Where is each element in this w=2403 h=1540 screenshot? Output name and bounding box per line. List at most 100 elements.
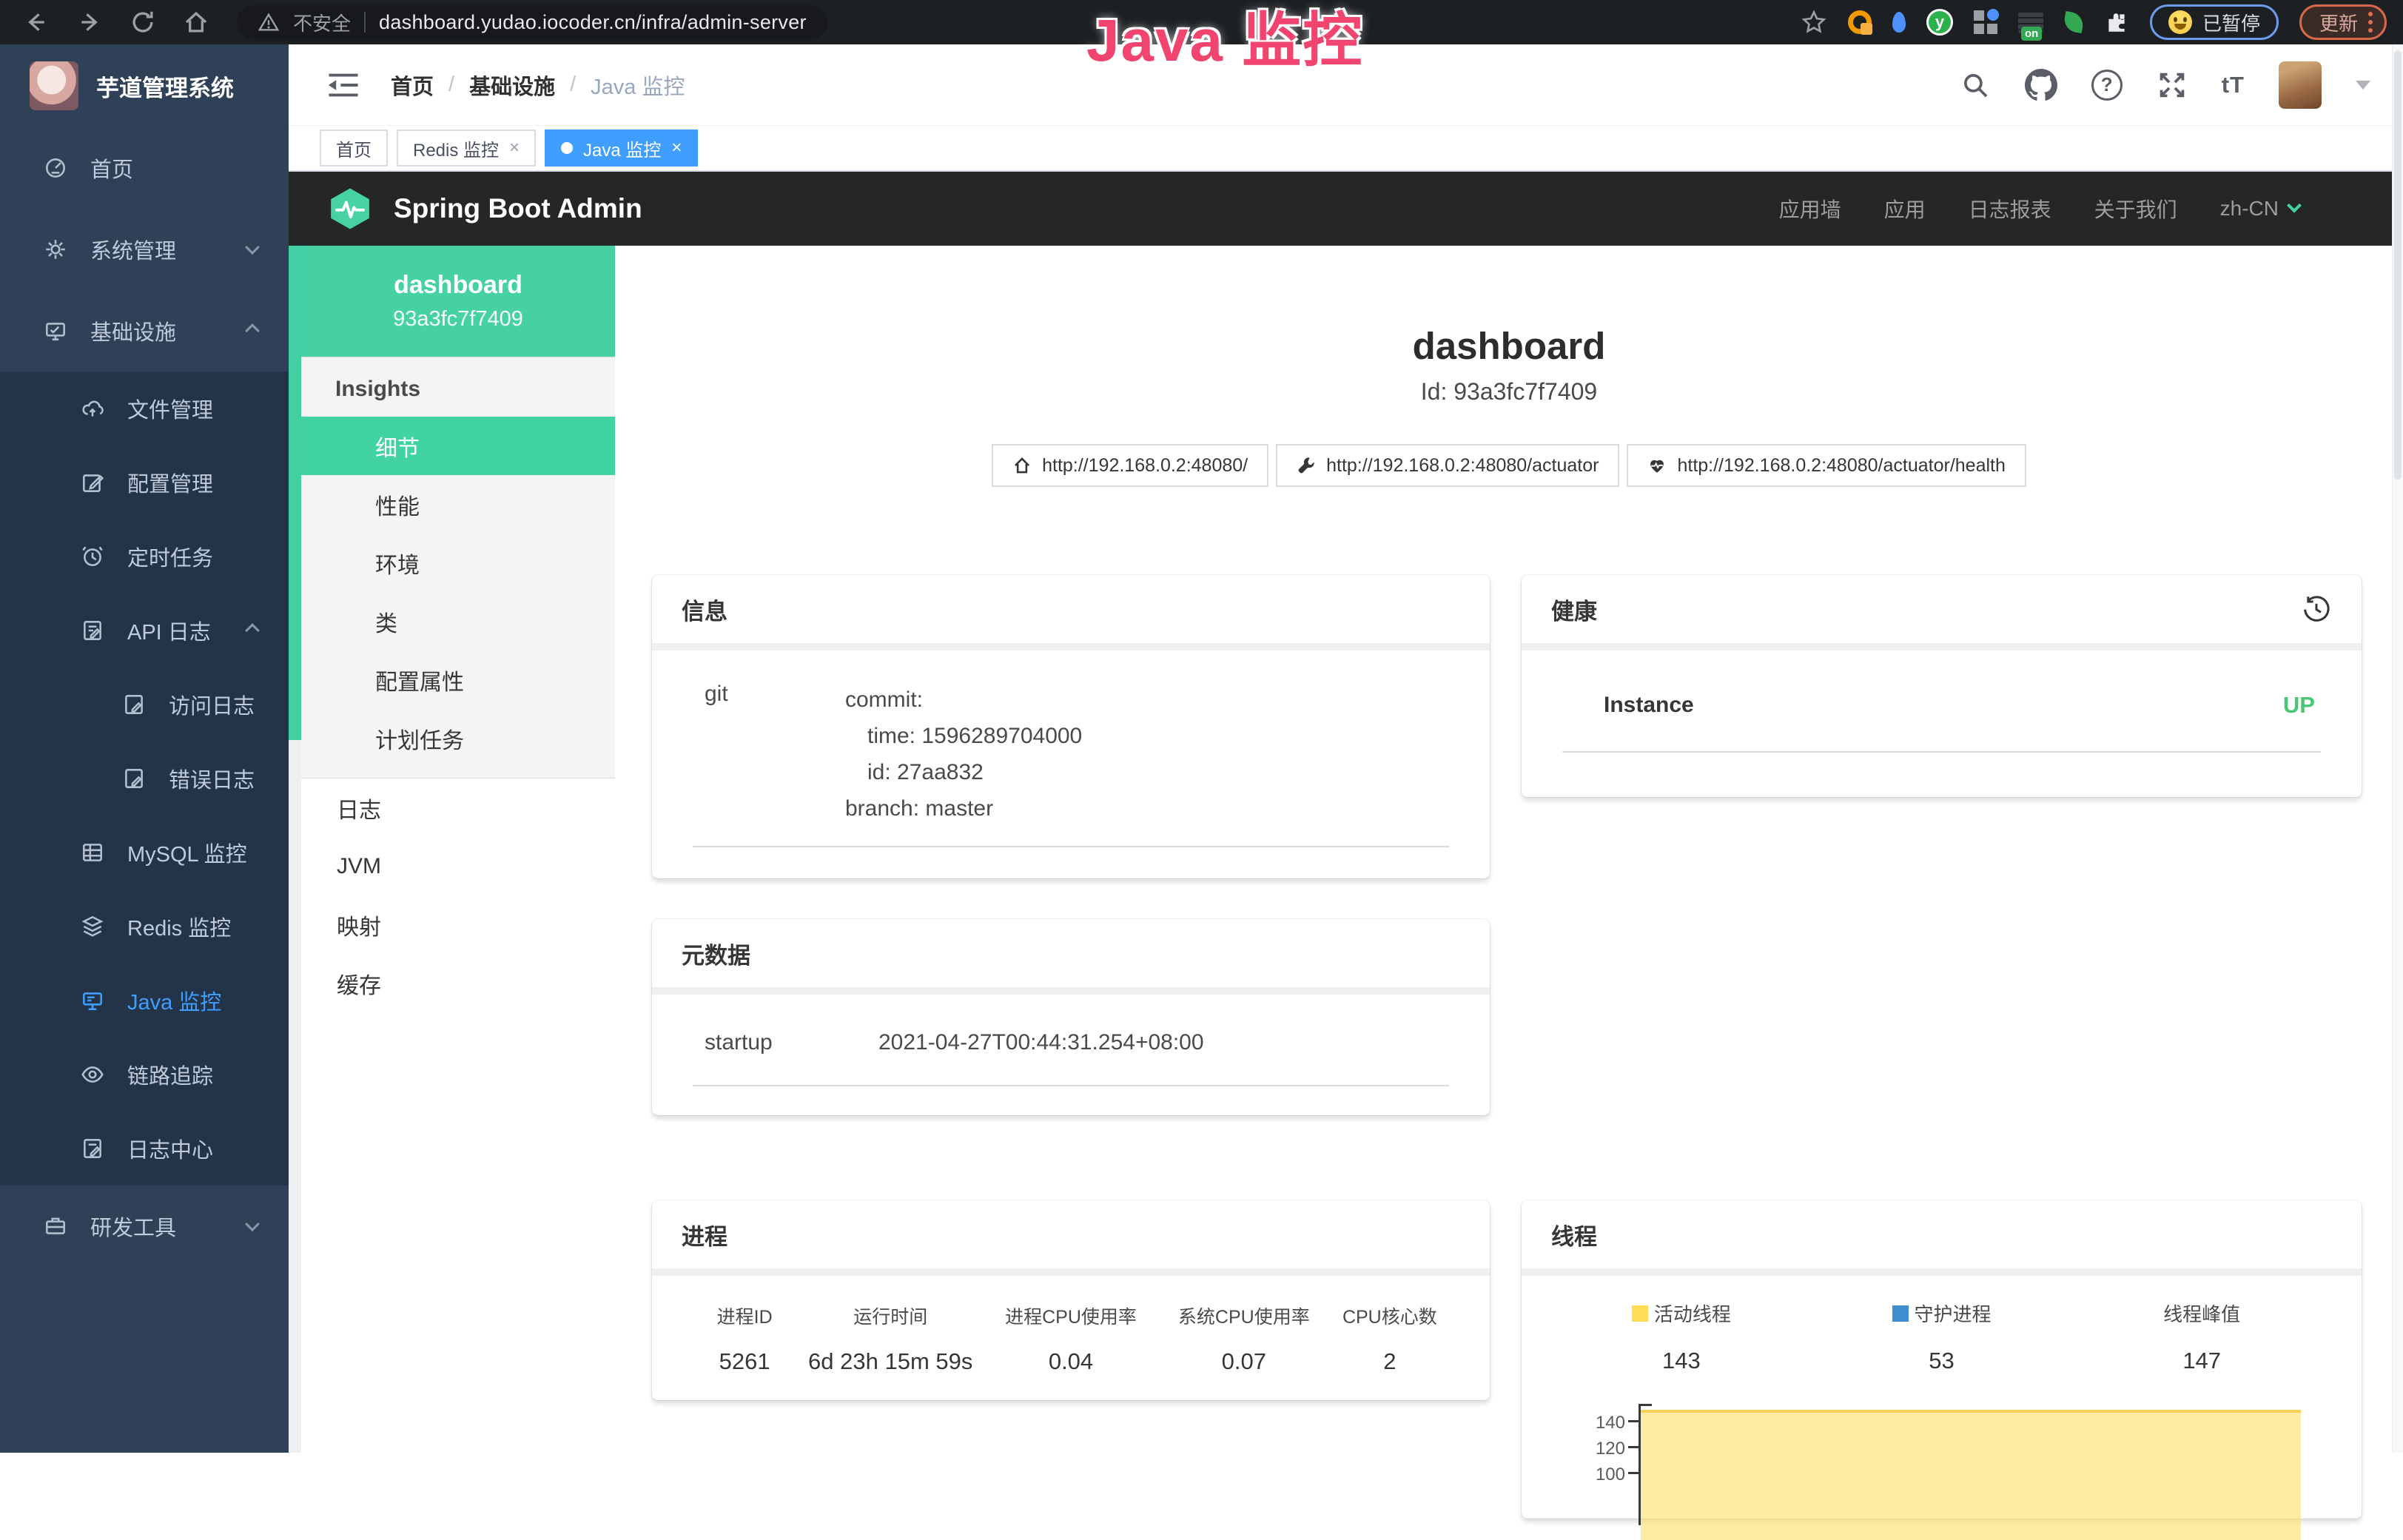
sba-item-config-props[interactable]: 配置属性 bbox=[301, 650, 615, 709]
fullscreen-icon[interactable] bbox=[2157, 70, 2188, 101]
chevron-down-icon bbox=[245, 1217, 260, 1231]
chevron-down-icon[interactable] bbox=[2356, 81, 2370, 90]
health-instance-label: Instance bbox=[1604, 693, 1694, 718]
actuator-link[interactable]: http://192.168.0.2:48080/actuator bbox=[1276, 444, 1619, 487]
sba-item-environment[interactable]: 环境 bbox=[301, 534, 615, 592]
admin-sidebar: 芋道管理系统 首页 系统管理 基础设施 文件管理 配置管理 bbox=[0, 44, 289, 1453]
y-extension-icon[interactable]: y bbox=[1926, 9, 1953, 36]
sba-item-caches[interactable]: 缓存 bbox=[301, 954, 615, 1012]
sba-instance-header[interactable]: dashboard 93a3fc7f7409 bbox=[301, 246, 615, 357]
sba-item-jvm[interactable]: JVM bbox=[301, 837, 615, 895]
sba-content: dashboard Id: 93a3fc7f7409 http://192.16… bbox=[615, 246, 2403, 1453]
history-clock-icon bbox=[80, 544, 107, 569]
security-label: 不安全 bbox=[293, 9, 351, 36]
sba-nav-journal[interactable]: 日志报表 bbox=[1969, 194, 2051, 223]
extension-icon[interactable] bbox=[1848, 10, 1872, 34]
avatar[interactable] bbox=[2279, 61, 2322, 109]
page-scrollbar-thumb[interactable] bbox=[2394, 50, 2402, 480]
browser-home-icon[interactable] bbox=[182, 8, 210, 36]
tab-redis-monitor[interactable]: Redis 监控× bbox=[397, 130, 536, 167]
bookmark-star-icon[interactable] bbox=[1801, 9, 1827, 36]
threads-chart: 140 120 100 bbox=[1567, 1399, 2301, 1525]
info-card: 信息 git commit: time: 1596289704000 id: 2… bbox=[652, 575, 1490, 878]
collapse-sidebar-icon[interactable] bbox=[327, 71, 360, 99]
sba-item-metrics[interactable]: 性能 bbox=[301, 475, 615, 534]
live-threads-area bbox=[1641, 1410, 2301, 1540]
divider bbox=[1562, 751, 2321, 753]
sidebar-item-config-mgmt[interactable]: 配置管理 bbox=[0, 445, 289, 520]
close-icon[interactable]: × bbox=[509, 139, 520, 157]
sba-brand[interactable]: Spring Boot Admin bbox=[327, 186, 642, 232]
sba-nav-applications[interactable]: 应用 bbox=[1884, 194, 1926, 223]
sidebar-item-system-mgmt[interactable]: 系统管理 bbox=[0, 209, 289, 290]
sidebar-scrollbar[interactable] bbox=[289, 246, 301, 1453]
sba-nav-about[interactable]: 关于我们 bbox=[2094, 194, 2177, 223]
sidebar-item-redis-monitor[interactable]: Redis 监控 bbox=[0, 890, 289, 964]
tab-home[interactable]: 首页 bbox=[320, 130, 388, 167]
history-icon[interactable] bbox=[2301, 594, 2332, 625]
sidebar-item-dev-tools[interactable]: 研发工具 bbox=[0, 1186, 289, 1267]
puzzle-extensions-icon[interactable] bbox=[2104, 10, 2129, 35]
close-icon[interactable]: × bbox=[671, 139, 682, 157]
sidebar-item-file-mgmt[interactable]: 文件管理 bbox=[0, 371, 289, 445]
divider bbox=[693, 846, 1449, 847]
sba-item-details[interactable]: 细节 bbox=[301, 417, 615, 475]
sba-item-mappings[interactable]: 映射 bbox=[301, 895, 615, 954]
sidebar-scrollbar-thumb[interactable] bbox=[289, 246, 301, 740]
browser-reload-icon[interactable] bbox=[129, 8, 157, 36]
metadata-card: 元数据 startup 2021-04-27T00:44:31.254+08:0… bbox=[652, 919, 1490, 1115]
process-table: 进程ID5261 运行时间6d 23h 15m 59s 进程CPU使用率0.04… bbox=[693, 1276, 1449, 1375]
health-link[interactable]: http://192.168.0.2:48080/actuator/health bbox=[1627, 444, 2026, 487]
page-scrollbar[interactable] bbox=[2392, 44, 2403, 1453]
breadcrumb-infrastructure[interactable]: 基础设施 bbox=[469, 70, 555, 101]
pin-extension-icon[interactable] bbox=[1892, 12, 1906, 33]
breadcrumb-home[interactable]: 首页 bbox=[391, 70, 434, 101]
home-icon bbox=[1012, 456, 1032, 475]
col-cpu-cores: CPU核心数 bbox=[1331, 1302, 1449, 1329]
url-text[interactable]: dashboard.yudao.iocoder.cn/infra/admin-s… bbox=[379, 11, 807, 34]
help-icon[interactable]: ? bbox=[2091, 70, 2123, 101]
on-extension-icon[interactable]: on bbox=[2018, 11, 2043, 33]
info-card-title: 信息 bbox=[652, 575, 1490, 650]
wrench-icon bbox=[1297, 456, 1316, 475]
sidebar-item-mysql-monitor[interactable]: MySQL 监控 bbox=[0, 816, 289, 890]
tab-java-monitor[interactable]: Java 监控× bbox=[545, 130, 698, 167]
grid-extension-icon[interactable] bbox=[1974, 10, 1997, 34]
sidebar-item-scheduled-tasks[interactable]: 定时任务 bbox=[0, 520, 289, 594]
eye-icon bbox=[80, 1062, 107, 1087]
sidebar-item-log-center[interactable]: 日志中心 bbox=[0, 1112, 289, 1186]
app-logo-row[interactable]: 芋道管理系统 bbox=[0, 44, 289, 127]
legend-swatch-live-threads bbox=[1632, 1305, 1648, 1322]
sidebar-item-api-logs[interactable]: API 日志 bbox=[0, 594, 289, 668]
leaf-extension-icon[interactable] bbox=[2063, 11, 2085, 33]
search-icon[interactable] bbox=[1960, 70, 1991, 101]
paused-badge[interactable]: 已暂停 bbox=[2150, 4, 2279, 40]
browser-forward-icon[interactable] bbox=[75, 8, 104, 36]
sidebar-item-tracing[interactable]: 链路追踪 bbox=[0, 1038, 289, 1112]
browser-back-icon[interactable] bbox=[22, 8, 50, 36]
sba-language-select[interactable]: zh-CN bbox=[2220, 197, 2299, 221]
doc-edit-icon bbox=[80, 618, 107, 643]
breadcrumb: 首页 / 基础设施 / Java 监控 bbox=[391, 70, 685, 101]
instance-links: http://192.168.0.2:48080/ http://192.168… bbox=[615, 444, 2403, 487]
col-process-cpu: 进程CPU使用率 bbox=[984, 1302, 1157, 1329]
database-table-icon bbox=[80, 840, 107, 865]
sidebar-item-error-log[interactable]: 错误日志 bbox=[0, 742, 289, 816]
font-size-icon[interactable]: tT bbox=[2222, 72, 2245, 98]
sidebar-item-java-monitor[interactable]: Java 监控 bbox=[0, 964, 289, 1038]
doc-edit-icon bbox=[80, 1136, 107, 1161]
sba-nav-wallboard[interactable]: 应用墙 bbox=[1779, 194, 1841, 223]
sidebar-item-home[interactable]: 首页 bbox=[0, 127, 289, 209]
instance-home-link[interactable]: http://192.168.0.2:48080/ bbox=[992, 444, 1268, 487]
update-button[interactable]: 更新 bbox=[2299, 4, 2387, 40]
github-icon[interactable] bbox=[2025, 69, 2057, 101]
sidebar-item-infrastructure[interactable]: 基础设施 bbox=[0, 290, 289, 371]
sba-item-scheduled-tasks[interactable]: 计划任务 bbox=[301, 709, 615, 767]
browser-menu-icon[interactable] bbox=[2368, 12, 2373, 33]
layers-icon bbox=[80, 914, 107, 939]
sba-item-classes[interactable]: 类 bbox=[301, 592, 615, 650]
sba-item-logs[interactable]: 日志 bbox=[301, 779, 615, 837]
sidebar-item-access-log[interactable]: 访问日志 bbox=[0, 668, 289, 742]
cloud-upload-icon bbox=[80, 396, 107, 421]
address-bar[interactable]: 不安全 dashboard.yudao.iocoder.cn/infra/adm… bbox=[237, 5, 827, 39]
